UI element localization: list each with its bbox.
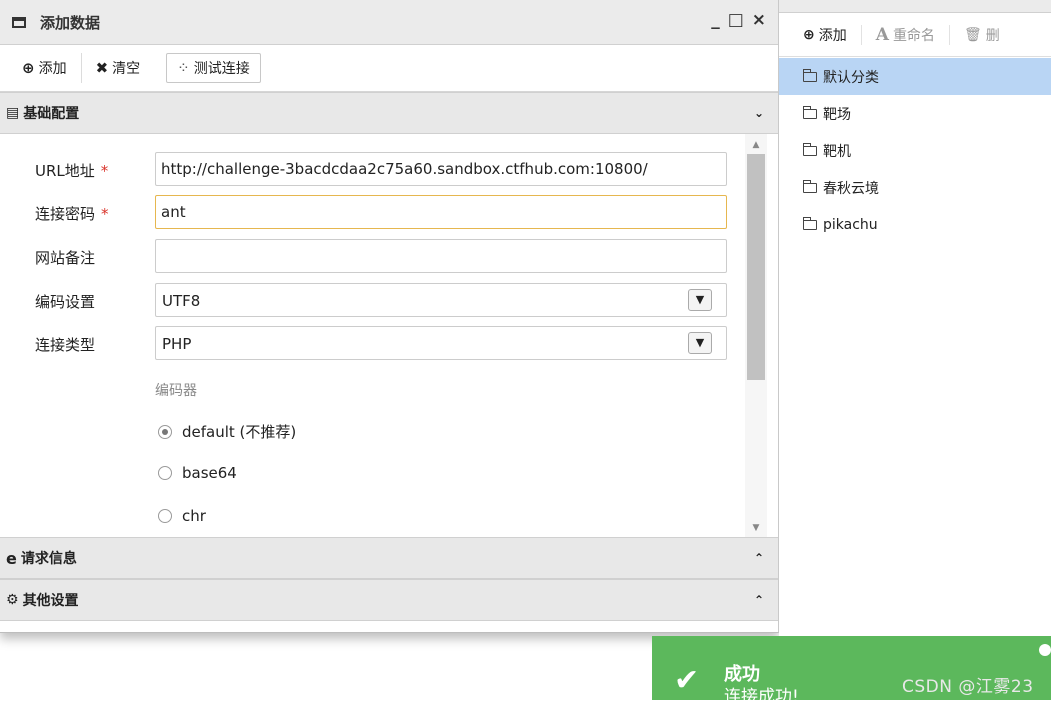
url-input[interactable]: [155, 152, 727, 186]
category-panel: ⊕ 添加 A 重命名 🗑 删 默认分类 靶场 靶机 春秋云境 pikachu: [779, 0, 1051, 700]
check-icon: ✔: [674, 663, 700, 698]
tree-item-label: 春秋云境: [823, 180, 879, 197]
chevron-up-icon[interactable]: ⌃: [754, 593, 764, 607]
radio-unchecked[interactable]: [158, 509, 172, 523]
tree-item[interactable]: 靶场: [779, 95, 1051, 132]
x-icon: ✖: [95, 59, 109, 77]
panel-request-info-header[interactable]: e 请求信息 ⌃: [0, 537, 778, 579]
category-delete-label: 删: [985, 27, 1000, 44]
close-icon[interactable]: ×: [752, 10, 766, 30]
note-row: 网站备注: [0, 239, 740, 273]
password-input[interactable]: [155, 195, 727, 229]
chevron-down-icon[interactable]: ⌄: [754, 106, 764, 120]
panel-basic-config-title: 基础配置: [23, 106, 80, 122]
password-row: 连接密码 *: [0, 195, 740, 229]
type-value: PHP: [162, 335, 192, 353]
scroll-up-icon[interactable]: ▲: [745, 140, 767, 150]
required-mark: *: [101, 205, 109, 223]
encoding-label: 编码设置: [35, 293, 96, 311]
encoder-option-label: base64: [182, 464, 237, 482]
toast-message: 连接成功!: [724, 687, 799, 707]
clear-button[interactable]: ✖ 清空: [80, 53, 155, 83]
category-add-button[interactable]: ⊕ 添加: [789, 25, 861, 45]
panel-other-settings-header[interactable]: ⚙ 其他设置 ⌃: [0, 579, 778, 621]
dialog-title: 添加数据: [40, 13, 101, 32]
encoder-label: 编码器: [155, 383, 197, 399]
minimize-icon[interactable]: _: [711, 10, 720, 30]
document-icon: ▤: [6, 105, 20, 121]
encoding-select[interactable]: UTF8 ▼: [155, 283, 727, 317]
trash-icon: 🗑: [963, 26, 982, 43]
category-tree: 默认分类 靶场 靶机 春秋云境 pikachu: [779, 58, 1051, 243]
window-icon: [12, 16, 26, 28]
chevron-up-icon[interactable]: ⌃: [754, 551, 764, 565]
folder-icon: [803, 68, 817, 82]
dialog-titlebar[interactable]: 添加数据 _ □ ×: [0, 0, 778, 45]
add-data-dialog: 添加数据 _ □ × ⊕ 添加 ✖ 清空 ⁘ 测试连接 ▤ 基础配置 ⌄ URL…: [0, 0, 779, 633]
folder-icon: [803, 216, 817, 230]
category-rename-button[interactable]: A 重命名: [860, 24, 949, 45]
ie-icon: e: [6, 548, 17, 568]
category-rename-label: 重命名: [892, 27, 935, 44]
window-controls: _ □ ×: [711, 10, 766, 30]
panel-other-settings-title: 其他设置: [22, 593, 79, 609]
clear-button-label: 清空: [112, 61, 141, 77]
tree-item[interactable]: pikachu: [779, 206, 1051, 243]
url-label: URL地址 *: [35, 162, 109, 180]
tree-item-label: pikachu: [823, 216, 878, 233]
plus-circle-icon: ⊕: [803, 26, 815, 43]
category-add-label: 添加: [818, 27, 847, 44]
tree-item[interactable]: 默认分类: [779, 58, 1051, 95]
type-label: 连接类型: [35, 336, 96, 354]
encoding-row: 编码设置 UTF8 ▼: [0, 283, 740, 317]
encoding-value: UTF8: [162, 292, 201, 310]
encoder-option-default[interactable]: default (不推荐): [158, 421, 296, 442]
encoder-option-chr[interactable]: chr: [158, 507, 206, 525]
tree-item-label: 默认分类: [823, 69, 879, 86]
scrollbar-thumb[interactable]: [747, 154, 765, 380]
maximize-icon[interactable]: □: [728, 10, 744, 30]
toast-close-dot[interactable]: [1039, 644, 1051, 656]
add-button[interactable]: ⊕ 添加: [8, 53, 81, 83]
password-label: 连接密码 *: [35, 205, 109, 223]
basic-config-form: URL地址* 连接密码* 网站备注 编码设置 UTF8 ▼ 连接类型 PHP ▼…: [0, 134, 778, 537]
folder-icon: [803, 179, 817, 193]
watermark: CSDN @江雾23: [902, 677, 1034, 697]
required-mark: *: [100, 162, 109, 180]
spinner-icon: ⁘: [177, 59, 190, 77]
panel-header-strip: [779, 0, 1051, 13]
folder-icon: [803, 142, 817, 156]
folder-icon: [803, 105, 817, 119]
category-toolbar: ⊕ 添加 A 重命名 🗑 删: [779, 13, 1051, 57]
form-scrollbar[interactable]: ▲ ▼: [745, 134, 767, 537]
tree-item-label: 靶机: [823, 143, 851, 160]
tree-item[interactable]: 靶机: [779, 132, 1051, 169]
plus-circle-icon: ⊕: [22, 59, 35, 77]
type-row: 连接类型 PHP ▼: [0, 326, 740, 360]
scroll-down-icon[interactable]: ▼: [745, 523, 767, 533]
dialog-toolbar: ⊕ 添加 ✖ 清空 ⁘ 测试连接: [0, 45, 778, 92]
url-row: URL地址 *: [0, 152, 740, 186]
tree-item-label: 靶场: [823, 106, 851, 123]
tree-item[interactable]: 春秋云境: [779, 169, 1051, 206]
radio-checked[interactable]: [158, 424, 172, 439]
encoder-option-base64[interactable]: base64: [158, 464, 237, 482]
encoder-option-label: chr: [182, 507, 206, 525]
note-input[interactable]: [155, 239, 727, 273]
radio-unchecked[interactable]: [158, 466, 172, 480]
encoder-option-label: default (不推荐): [182, 423, 297, 441]
note-label: 网站备注: [35, 249, 96, 267]
chevron-down-icon: ▼: [688, 332, 712, 354]
category-delete-button[interactable]: 🗑 删: [948, 24, 1014, 45]
type-select[interactable]: PHP ▼: [155, 326, 727, 360]
test-connection-label: 测试连接: [193, 61, 250, 77]
gears-icon: ⚙: [6, 592, 19, 608]
add-button-label: 添加: [38, 61, 67, 77]
chevron-down-icon: ▼: [688, 289, 712, 311]
panel-basic-config-header[interactable]: ▤ 基础配置 ⌄: [0, 92, 778, 134]
font-icon: A: [875, 24, 889, 45]
test-connection-button[interactable]: ⁘ 测试连接: [166, 53, 261, 83]
panel-request-info-title: 请求信息: [20, 551, 77, 567]
